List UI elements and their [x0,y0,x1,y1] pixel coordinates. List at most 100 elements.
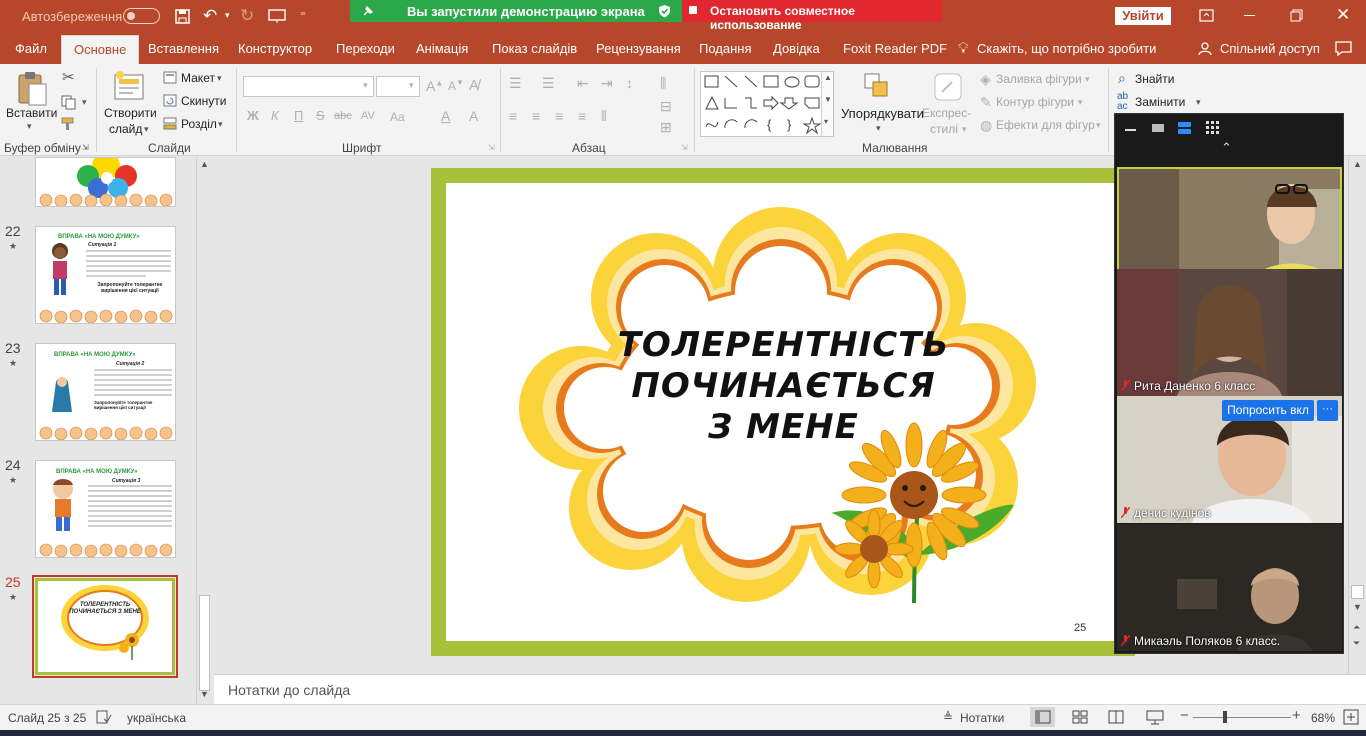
increase-font-icon[interactable]: A▲ [426,79,443,93]
slide-thumbnail-21[interactable] [35,157,176,207]
close-icon[interactable]: ✕ [1336,5,1350,25]
font-size-dropdown-icon[interactable]: ▾ [409,81,414,90]
sign-in-button[interactable]: Увійти [1115,7,1171,25]
font-color-icon[interactable]: A [441,109,450,123]
editor-scroll-down-icon[interactable]: ▼ [1353,603,1362,612]
stop-share-button[interactable]: Остановить совместное использование [682,0,942,32]
font-family-input[interactable] [243,76,374,97]
scroll-up-icon[interactable]: ▲ [200,160,209,169]
editor-scrollbar[interactable]: ▲ ▼ ⏶ ⏷ [1348,157,1366,674]
tab-foxit[interactable]: Foxit Reader PDF [843,41,947,56]
tab-transitions[interactable]: Переходи [336,41,395,56]
find-icon[interactable]: ⌕ [1118,71,1126,85]
spellcheck-icon[interactable] [96,710,112,724]
quick-styles-dropdown-icon[interactable]: ▾ [962,125,967,134]
character-spacing-icon[interactable]: AV [361,111,375,122]
shape-fill-dropdown-icon[interactable]: ▾ [1085,75,1090,84]
slide-thumbnail-25[interactable]: ТОЛЕРЕНТНІСТЬ ПОЧИНАЄТЬСЯ З МЕНЕ [35,578,175,675]
paint-bucket-icon[interactable]: ◈ [980,72,991,86]
align-text-icon[interactable]: ⊟ [660,99,672,113]
align-right-icon[interactable]: ≡ [555,109,563,123]
shapes-scroll-up-icon[interactable]: ▲ [824,74,832,82]
quick-styles-label[interactable]: Експрес- [922,106,971,120]
font-launcher-icon[interactable]: ⇲ [488,144,495,152]
effects-icon[interactable]: ◍ [980,118,992,132]
clear-formatting-icon[interactable]: A̸ [469,78,479,93]
tab-review[interactable]: Рецензування [596,41,681,56]
reading-view-icon[interactable] [1108,710,1124,724]
new-slide-icon[interactable] [114,70,146,104]
slide-thumbnail-24[interactable]: ВПРАВА «НА МОЮ ДУМКУ» Ситуація 3 [35,460,176,558]
layout-dropdown-icon[interactable]: ▾ [217,74,222,83]
align-left-icon[interactable]: ≡ [509,109,517,123]
clipboard-launcher-icon[interactable]: ⇲ [82,144,89,152]
fit-to-window-icon[interactable] [1343,709,1359,725]
ask-to-unmute-button[interactable]: Попросить вкл [1222,400,1314,421]
paste-dropdown-icon[interactable]: ▾ [27,122,32,131]
redo-icon[interactable]: ↻ [240,6,254,26]
layout-button[interactable]: Макет [181,71,215,85]
tab-insert[interactable]: Вставлення [148,41,219,56]
scroll-up-participants-icon[interactable]: ⌃ [1221,140,1232,156]
copy-icon[interactable] [61,95,77,110]
video-tile-mikael[interactable]: Микаэль Поляков 6 класс. [1117,524,1342,651]
shadow-icon[interactable]: S [316,109,325,122]
slide-sorter-icon[interactable] [1072,710,1088,724]
scroll-down-icon[interactable]: ▼ [200,690,209,699]
present-from-start-icon[interactable] [268,9,286,24]
bullets-icon[interactable]: ☰ [509,76,522,90]
arrange-dropdown-icon[interactable]: ▾ [876,124,881,133]
strikethrough-icon[interactable]: abc [334,111,352,122]
quick-styles-icon[interactable] [932,71,964,103]
replace-dropdown-icon[interactable]: ▾ [1196,98,1201,107]
align-center-icon[interactable]: ≡ [532,109,540,123]
tab-help[interactable]: Довідка [773,41,820,56]
editor-scroll-up-icon[interactable]: ▲ [1353,160,1362,169]
shape-fill-button[interactable]: Заливка фігури [996,72,1082,86]
slide-thumbnail-22[interactable]: ВПРАВА «НА МОЮ ДУМКУ» Ситуація 1 Запропо… [35,226,176,324]
video-tile-denis[interactable]: Попросить вкл ··· денис кудінов [1117,396,1342,523]
next-slide-icon[interactable]: ⏷ [1353,639,1360,648]
minimize-panel-icon[interactable] [1125,129,1136,131]
comments-icon[interactable] [1335,41,1352,56]
save-icon[interactable] [175,9,190,24]
tab-design[interactable]: Конструктор [238,41,312,56]
replace-icon[interactable]: ab ac [1117,92,1128,112]
justify-icon[interactable]: ≡ [578,109,586,123]
paste-label[interactable]: Вставити [6,106,57,120]
customize-toolbar-icon[interactable]: ⁼ [300,9,306,22]
normal-view-button[interactable] [1030,707,1055,727]
single-view-icon[interactable] [1152,124,1164,132]
ribbon-display-options-icon[interactable] [1199,9,1214,23]
share-icon[interactable] [1198,41,1213,56]
paste-icon[interactable] [16,70,48,106]
shape-outline-button[interactable]: Контур фігури [996,95,1074,109]
arrange-icon[interactable] [862,71,894,103]
underline-icon[interactable]: П [294,109,303,122]
increase-indent-icon[interactable]: ⇥ [601,76,613,90]
minimize-icon[interactable] [1244,15,1255,16]
language-indicator[interactable]: українська [127,711,186,725]
zoom-out-icon[interactable]: − [1180,708,1189,723]
thumbnails-scrollbar[interactable]: ▲ ▼ [196,157,212,704]
tab-slideshow[interactable]: Показ слайдів [492,41,577,56]
strip-view-icon[interactable] [1178,122,1191,134]
quick-styles-label-2[interactable]: стилі [930,122,958,136]
find-button[interactable]: Знайти [1135,72,1174,86]
replace-button[interactable]: Замінити [1135,95,1185,109]
slideshow-icon[interactable] [1146,709,1164,725]
new-slide-dropdown-icon[interactable]: ▾ [144,125,149,134]
section-dropdown-icon[interactable]: ▾ [218,120,223,129]
slide-thumbnail-23[interactable]: ВПРАВА «НА МОЮ ДУМКУ» Ситуація 2 Запропо… [35,343,176,441]
restore-icon[interactable] [1290,9,1303,22]
line-spacing-icon[interactable]: ↕ [626,76,633,90]
columns-icon[interactable]: ⫴ [601,109,607,123]
previous-slide-icon[interactable]: ⏶ [1353,623,1360,632]
highlight-icon[interactable]: A [469,109,478,123]
shape-outline-dropdown-icon[interactable]: ▾ [1078,98,1083,107]
layout-icon[interactable] [163,71,177,84]
copy-dropdown-icon[interactable]: ▾ [82,98,87,107]
font-family-dropdown-icon[interactable]: ▾ [363,81,368,90]
new-slide-label-2[interactable]: слайд [109,122,142,136]
tell-me-search[interactable]: Скажіть, що потрібно зробити [977,41,1156,56]
